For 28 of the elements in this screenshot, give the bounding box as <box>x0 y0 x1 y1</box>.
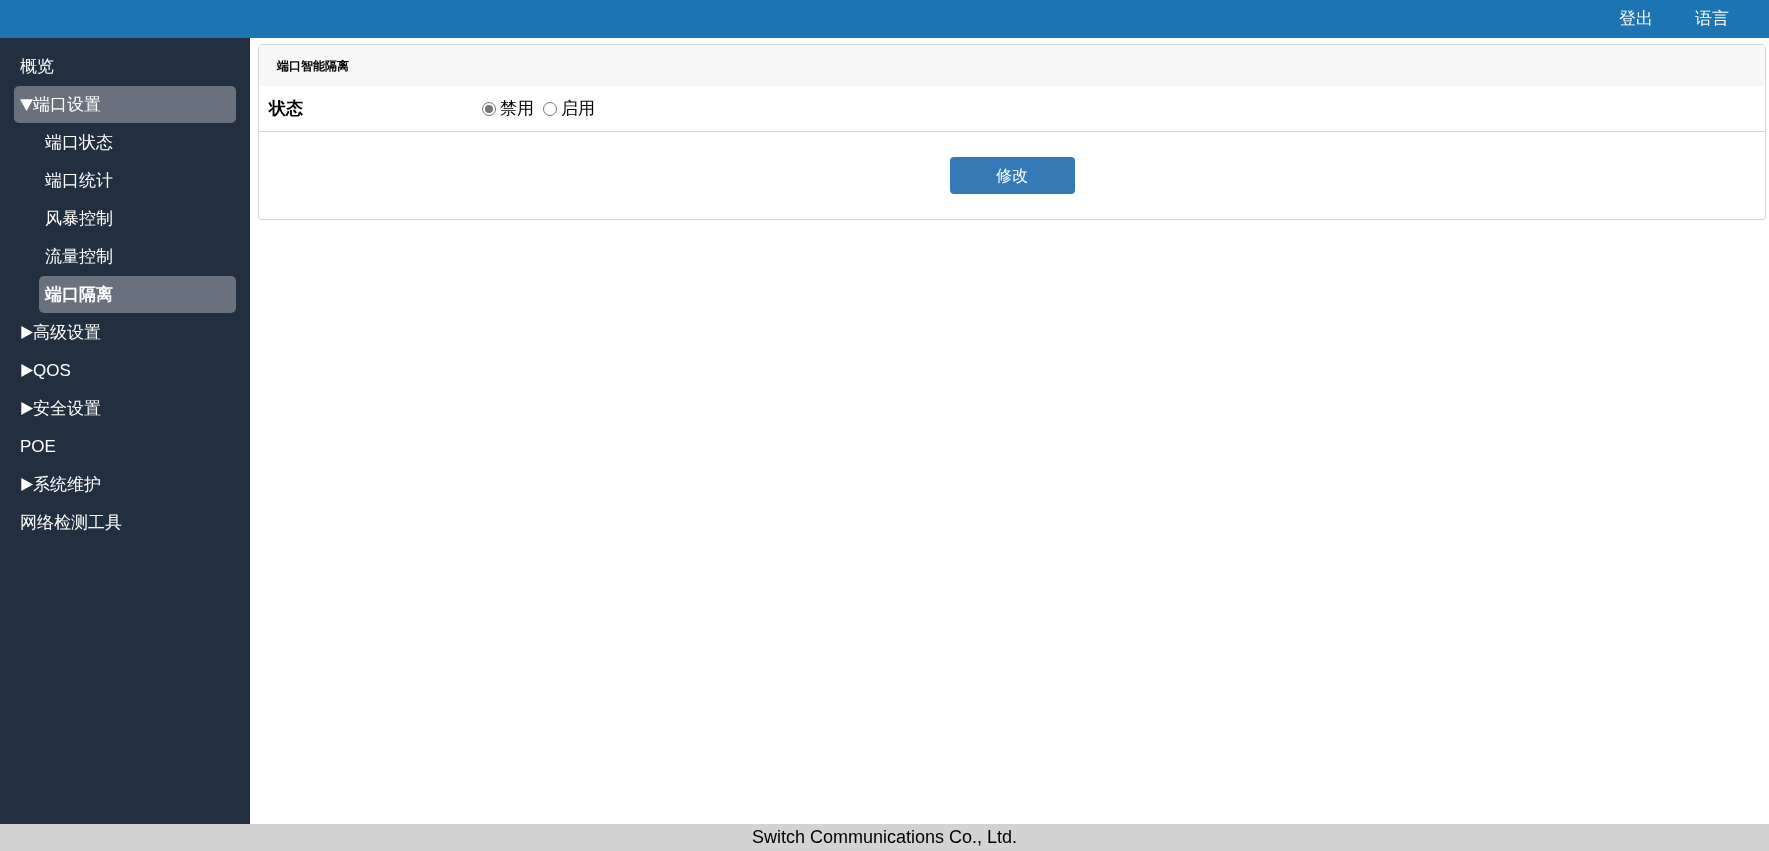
sidebar-item[interactable]: QOS <box>14 352 236 389</box>
sidebar-item[interactable]: POE <box>14 428 236 465</box>
radio-button[interactable] <box>482 101 496 116</box>
field-label: 状态 <box>269 97 304 120</box>
caret-down-icon <box>20 98 33 111</box>
footer-text: Switch Communications Co., Ltd. <box>751 826 1018 849</box>
radio-option[interactable]: 禁用 <box>482 95 534 122</box>
sidebar-item[interactable]: 系统维护 <box>14 466 236 503</box>
sidebar-subitem[interactable]: 端口状态 <box>39 124 236 161</box>
radio-button[interactable] <box>543 101 557 116</box>
sidebar-item[interactable]: 概览 <box>14 48 236 85</box>
modify-button[interactable]: 修改 <box>949 157 1075 194</box>
sidebar-subitem[interactable]: 流量控制 <box>39 238 236 275</box>
header-link[interactable]: 语言 <box>1695 6 1729 32</box>
sidebar-subitem[interactable]: 风暴控制 <box>39 200 236 237</box>
sidebar-item[interactable]: 网络检测工具 <box>14 504 236 541</box>
caret-right-icon <box>20 402 33 415</box>
panel-title: 端口智能隔离 <box>277 57 349 75</box>
sidebar-subitem[interactable]: 端口统计 <box>39 162 236 199</box>
caret-right-icon <box>20 478 33 491</box>
sidebar-subitem[interactable]: 端口隔离 <box>39 276 236 313</box>
caret-right-icon <box>20 364 33 377</box>
sidebar-item[interactable]: 安全设置 <box>14 390 236 427</box>
header-link[interactable]: 登出 <box>1619 6 1653 32</box>
caret-right-icon <box>20 326 33 339</box>
radio-option[interactable]: 启用 <box>543 95 595 122</box>
sidebar-item[interactable]: 端口设置 <box>14 86 236 123</box>
sidebar-item[interactable]: 高级设置 <box>14 314 236 351</box>
